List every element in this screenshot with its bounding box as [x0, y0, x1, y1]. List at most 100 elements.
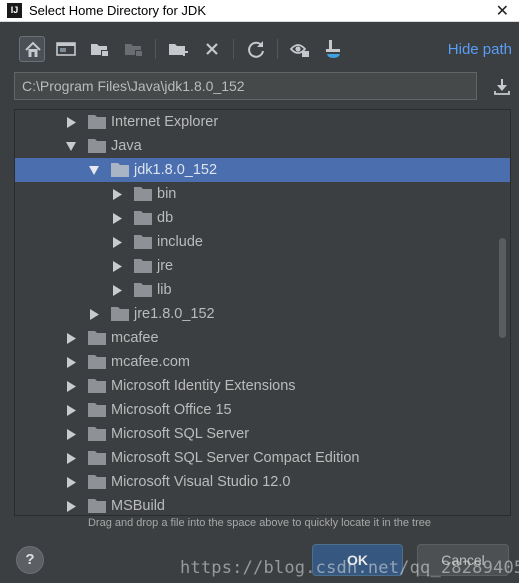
- collapsed-arrow-icon[interactable]: [112, 189, 122, 200]
- collapsed-arrow-icon[interactable]: [112, 237, 122, 248]
- tree-row[interactable]: include: [15, 230, 510, 254]
- refresh-button[interactable]: [243, 36, 269, 62]
- tree-item-label: include: [157, 234, 203, 250]
- tree-row[interactable]: bin: [15, 182, 510, 206]
- toolbar-separator: [277, 39, 278, 59]
- folder-icon: [134, 235, 152, 249]
- folder-icon: [88, 139, 106, 153]
- module-folder-icon: [125, 44, 143, 57]
- delete-icon: [206, 43, 218, 55]
- show-hidden-button[interactable]: [287, 36, 313, 62]
- title-bar: IJ Select Home Directory for JDK ✕: [0, 0, 519, 22]
- project-button[interactable]: [87, 36, 113, 62]
- folder-icon: [88, 451, 106, 465]
- folder-icon: [88, 355, 106, 369]
- tree-row[interactable]: jdk1.8.0_152: [15, 158, 510, 182]
- folder-icon: [88, 115, 106, 129]
- tree-row[interactable]: Microsoft SQL Server: [15, 422, 510, 446]
- tree-row[interactable]: db: [15, 206, 510, 230]
- tree-item-label: Microsoft Office 15: [111, 402, 232, 418]
- path-value[interactable]: C:\Program Files\Java\jdk1.8.0_152: [22, 78, 245, 94]
- folder-icon: [88, 403, 106, 417]
- collapsed-arrow-icon[interactable]: [66, 429, 76, 440]
- tree-row[interactable]: Microsoft Office 15: [15, 398, 510, 422]
- tree-item-label: lib: [157, 282, 172, 298]
- delete-button[interactable]: [199, 36, 225, 62]
- tree-item-label: Microsoft Identity Extensions: [111, 378, 296, 394]
- download-button[interactable]: [491, 75, 513, 99]
- directory-tree[interactable]: Internet Explorer Java jdk1.8.0_152bin db in…: [14, 109, 511, 516]
- tree-item-label: jdk1.8.0_152: [134, 162, 218, 178]
- tree-row[interactable]: mcafee: [15, 326, 510, 350]
- folder-icon: [134, 187, 152, 201]
- home-icon: [25, 41, 41, 57]
- tree-item-label: MSBuild: [111, 498, 165, 514]
- folder-icon: [88, 379, 106, 393]
- tree-item-label: mcafee.com: [111, 354, 190, 370]
- tree-row[interactable]: mcafee.com: [15, 350, 510, 374]
- tree-item-label: mcafee: [111, 330, 159, 346]
- hide-path-link[interactable]: Hide path: [448, 41, 512, 58]
- download-icon: [494, 79, 510, 95]
- tree-row[interactable]: MSBuild: [15, 494, 510, 515]
- collapsed-arrow-icon[interactable]: [112, 285, 122, 296]
- new-folder-icon: [169, 44, 188, 56]
- drag-drop-hint: Drag and drop a file into the space abov…: [87, 517, 432, 529]
- home-button[interactable]: [19, 36, 45, 62]
- tree-row[interactable]: lib: [15, 278, 510, 302]
- toolbar-separator: [233, 39, 234, 59]
- tree-item-label: db: [157, 210, 174, 226]
- folder-icon: [111, 307, 129, 321]
- folder-icon: [88, 331, 106, 345]
- toolbar-separator: [155, 39, 156, 59]
- tree-row[interactable]: Microsoft Visual Studio 12.0: [15, 470, 510, 494]
- collapsed-arrow-icon[interactable]: [66, 453, 76, 464]
- folder-icon: [88, 499, 106, 513]
- collapsed-arrow-icon[interactable]: [89, 309, 99, 320]
- tree-item-label: bin: [157, 186, 177, 202]
- collapsed-arrow-icon[interactable]: [112, 213, 122, 224]
- scrollbar-thumb[interactable]: [499, 238, 506, 338]
- window-title: Select Home Directory for JDK: [29, 3, 206, 18]
- collapsed-arrow-icon[interactable]: [66, 501, 76, 512]
- tree-row[interactable]: Java: [15, 134, 510, 158]
- show-hidden-icon: [289, 44, 309, 57]
- help-button[interactable]: ?: [16, 546, 44, 574]
- collapsed-arrow-icon[interactable]: [66, 117, 76, 128]
- expanded-arrow-icon[interactable]: [66, 141, 76, 152]
- collapsed-arrow-icon[interactable]: [112, 261, 122, 272]
- collapsed-arrow-icon[interactable]: [66, 381, 76, 392]
- refresh-icon: [248, 41, 264, 58]
- folder-icon: [111, 163, 129, 177]
- tree-item-label: jre1.8.0_152: [134, 306, 215, 322]
- collapsed-arrow-icon[interactable]: [66, 405, 76, 416]
- jdk-button[interactable]: [320, 36, 346, 62]
- expanded-arrow-icon[interactable]: [89, 165, 99, 176]
- watermark-text: https://blog.csdn.net/qq_28289405: [180, 558, 519, 578]
- intellij-logo-icon: IJ: [7, 3, 22, 18]
- tree-row[interactable]: Microsoft SQL Server Compact Edition: [15, 446, 510, 470]
- project-folder-icon: [91, 44, 109, 57]
- module-button[interactable]: [121, 36, 147, 62]
- desktop-button[interactable]: [53, 36, 79, 62]
- window-close-button[interactable]: ✕: [496, 1, 509, 21]
- collapsed-arrow-icon[interactable]: [66, 477, 76, 488]
- tree-row[interactable]: Microsoft Identity Extensions: [15, 374, 510, 398]
- folder-icon: [88, 427, 106, 441]
- tree-row[interactable]: Internet Explorer: [15, 110, 510, 134]
- tree-row[interactable]: jre: [15, 254, 510, 278]
- collapsed-arrow-icon[interactable]: [66, 333, 76, 344]
- tree-row[interactable]: jre1.8.0_152: [15, 302, 510, 326]
- desktop-icon: [56, 42, 76, 56]
- folder-icon: [88, 475, 106, 489]
- tree-item-label: Internet Explorer: [111, 114, 219, 130]
- folder-icon: [134, 283, 152, 297]
- folder-icon: [134, 259, 152, 273]
- new-folder-button[interactable]: [165, 36, 191, 62]
- tree-item-label: Java: [111, 138, 142, 154]
- collapsed-arrow-icon[interactable]: [66, 357, 76, 368]
- tree-item-label: Microsoft SQL Server: [111, 426, 250, 442]
- tree-item-label: Microsoft SQL Server Compact Edition: [111, 450, 360, 466]
- path-field[interactable]: C:\Program Files\Java\jdk1.8.0_152: [14, 72, 477, 100]
- toolbar: Hide path: [0, 22, 519, 68]
